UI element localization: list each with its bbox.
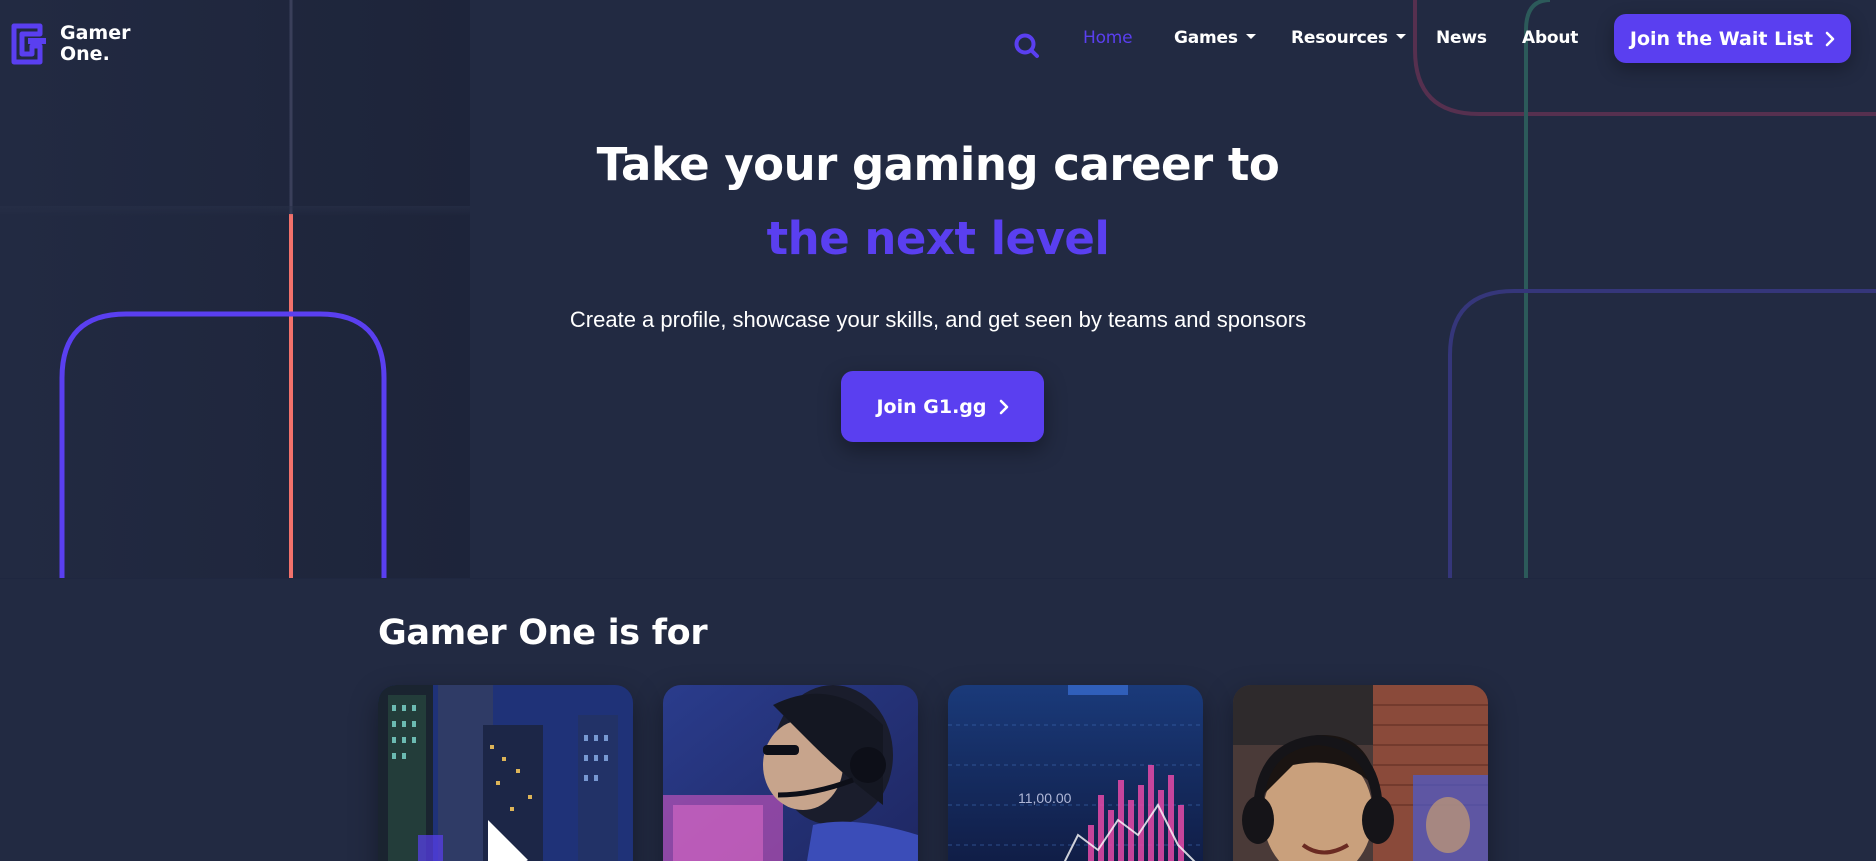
gamer-headset-image xyxy=(663,685,918,861)
finance-price-label: 11,00.00 xyxy=(1018,790,1072,806)
hero-accent-title: the next level xyxy=(766,212,1110,265)
caret-down-icon xyxy=(1245,33,1256,39)
search-icon[interactable] xyxy=(1013,32,1041,60)
nav-home[interactable]: Home xyxy=(1083,28,1133,48)
join-wait-list-label: Join the Wait List xyxy=(1629,27,1814,50)
esports-player-image xyxy=(1233,685,1488,861)
nav-resources-label: Resources xyxy=(1291,28,1388,48)
hero-subtitle: Create a profile, showcase your skills, … xyxy=(569,307,1307,332)
audience-card-city[interactable] xyxy=(378,685,633,861)
nav-games[interactable]: Games xyxy=(1174,28,1256,48)
audience-card-gamer[interactable] xyxy=(663,685,918,861)
chevron-right-icon xyxy=(1825,31,1835,46)
join-g1-button[interactable]: Join G1.gg xyxy=(841,371,1044,442)
main-nav: Home Games Resources News About Join the… xyxy=(0,0,1876,78)
finance-chart-image: 11,00.00 xyxy=(948,685,1203,861)
hero-left-shadow-panel xyxy=(0,0,470,578)
page: Gamer One. Home Games Resources News Abo… xyxy=(0,0,1876,861)
nav-news[interactable]: News xyxy=(1436,28,1487,48)
nav-resources[interactable]: Resources xyxy=(1291,28,1406,48)
city-skyline-image xyxy=(378,685,633,861)
hero-divider xyxy=(0,578,1876,579)
nav-games-label: Games xyxy=(1174,28,1238,48)
join-g1-label: Join G1.gg xyxy=(876,395,987,418)
audience-section-title: Gamer One is for xyxy=(378,613,708,653)
caret-down-icon xyxy=(1395,33,1406,39)
chevron-right-icon xyxy=(999,399,1008,414)
nav-about[interactable]: About xyxy=(1522,28,1578,48)
audience-card-finance[interactable]: 11,00.00 xyxy=(948,685,1203,861)
audience-card-esports[interactable] xyxy=(1233,685,1488,861)
hero-title: Take your gaming career to xyxy=(596,138,1280,191)
join-wait-list-button[interactable]: Join the Wait List xyxy=(1614,14,1851,63)
